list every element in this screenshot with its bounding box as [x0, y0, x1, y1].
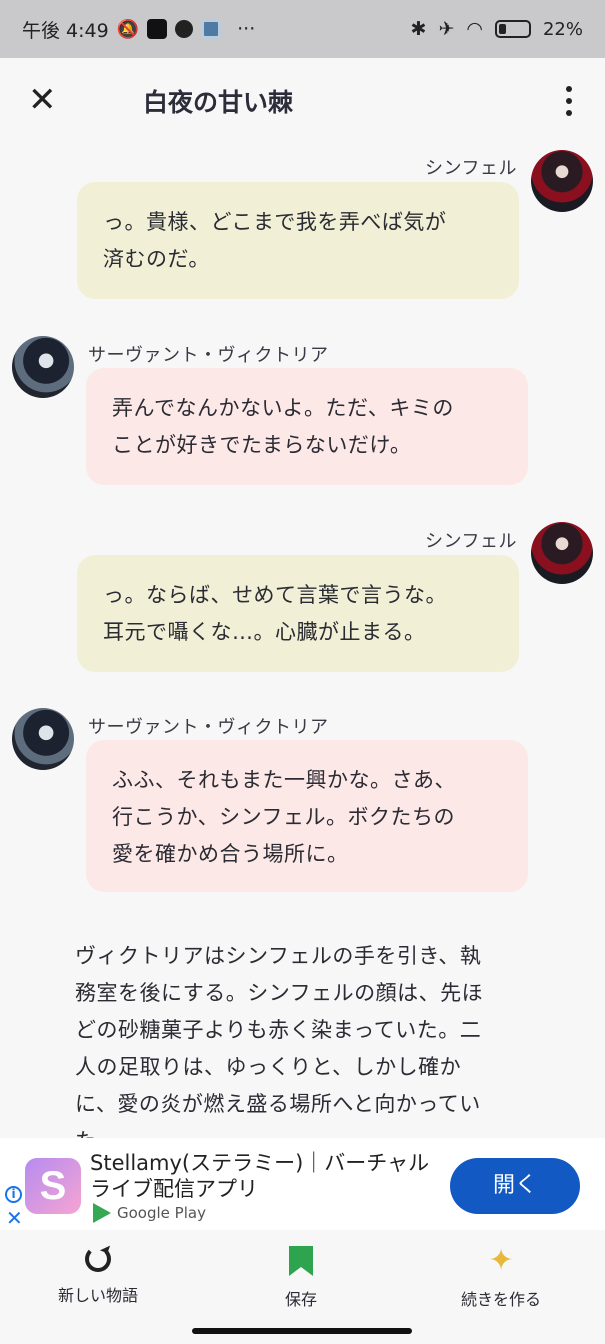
- ad-close-icon[interactable]: ✕: [6, 1208, 23, 1228]
- app-header: ✕ 白夜の甘い棘: [0, 58, 605, 146]
- record-icon: [175, 20, 194, 38]
- gallery-icon: [201, 19, 222, 39]
- sparkle-icon: ✦: [488, 1243, 514, 1278]
- message-bubble: 弄んでなんかないよ。ただ、キミの ことが好きでたまらないだけ。: [86, 368, 528, 485]
- ad-app-logo[interactable]: S: [25, 1158, 81, 1214]
- more-options-icon[interactable]: [563, 86, 575, 116]
- message-bubble: っ。貴様、どこまで我を弄べば気が 済むのだ。: [77, 182, 519, 299]
- wifi-icon: ◠: [466, 18, 483, 40]
- speaker-name: サーヴァント・ヴィクトリア: [88, 345, 329, 366]
- status-time: 午後 4:49: [22, 19, 109, 42]
- ad-info-icon[interactable]: i: [5, 1186, 22, 1203]
- bottom-nav: 新しい物語 保存 ✦ 続きを作る: [0, 1230, 605, 1320]
- narration-text: ヴィクトリアはシンフェルの手を引き、執 務室を後にする。シンフェルの顔は、先ほ …: [75, 944, 484, 1138]
- continue-button[interactable]: ✦ 続きを作る: [461, 1246, 541, 1310]
- message-bubble: っ。ならば、せめて言葉で言うな。 耳元で囁くな…。心臓が止まる。: [77, 555, 519, 672]
- bluetooth-icon: ✱: [410, 18, 427, 40]
- mute-icon: 🔕: [116, 18, 140, 40]
- airplane-icon: ✈: [438, 18, 455, 40]
- speaker-name: サーヴァント・ヴィクトリア: [88, 717, 329, 738]
- speaker-name: シンフェル: [425, 531, 517, 552]
- google-play-badge: Google Play: [93, 1203, 206, 1223]
- google-play-icon: [93, 1203, 111, 1223]
- avatar-victoria: [12, 336, 74, 398]
- ad-open-button[interactable]: 開く: [450, 1158, 580, 1214]
- status-bar: 午後 4:49 🔕 ··· ✱ ✈ ◠ 22%: [0, 0, 605, 58]
- battery-icon: [494, 20, 531, 38]
- app-notification-icon: [147, 19, 168, 39]
- avatar-sinfel: [531, 522, 593, 584]
- ad-title[interactable]: Stellamy(ステラミー)｜バーチャル ライブ配信アプリ: [90, 1150, 440, 1202]
- battery-percent: 22%: [542, 18, 583, 40]
- avatar-sinfel: [531, 150, 593, 212]
- message-bubble: ふふ、それもまた一興かな。さあ、 行こうか、シンフェル。ボクたちの 愛を確かめ合…: [86, 740, 528, 892]
- home-indicator[interactable]: [0, 1320, 605, 1344]
- close-icon[interactable]: ✕: [28, 83, 60, 117]
- chat-area[interactable]: シンフェル っ。貴様、どこまで我を弄べば気が 済むのだ。 サーヴァント・ヴィクト…: [0, 146, 605, 1138]
- new-story-button[interactable]: 新しい物語: [58, 1246, 138, 1306]
- speaker-name: シンフェル: [425, 158, 517, 179]
- save-button[interactable]: 保存: [285, 1246, 317, 1310]
- more-notifications-icon: ···: [237, 18, 256, 40]
- bookmark-icon: [289, 1246, 313, 1276]
- page-title: 白夜の甘い棘: [143, 88, 294, 117]
- ad-banner[interactable]: i ✕ S Stellamy(ステラミー)｜バーチャル ライブ配信アプリ Goo…: [0, 1138, 605, 1230]
- refresh-icon: [85, 1246, 111, 1272]
- avatar-victoria: [12, 708, 74, 770]
